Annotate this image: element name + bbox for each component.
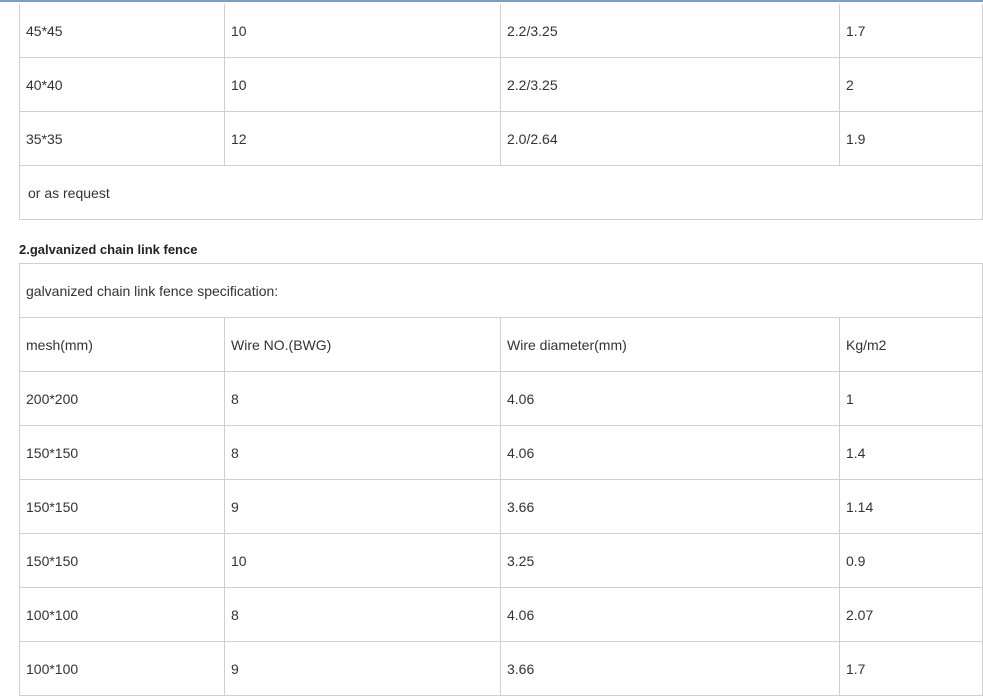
wire-diameter-cell: 4.06 bbox=[500, 425, 840, 480]
header-mesh: mesh(mm) bbox=[19, 317, 225, 372]
table-footer-note: or as request bbox=[19, 165, 983, 220]
table-row: 40*40 10 2.2/3.25 2 bbox=[19, 57, 983, 112]
wire-diameter-cell: 2.2/3.25 bbox=[500, 57, 840, 112]
weight-cell: 2 bbox=[839, 57, 983, 112]
table-row: 150*150 9 3.66 1.14 bbox=[19, 479, 983, 534]
weight-cell: 1.4 bbox=[838, 425, 983, 480]
header-weight: Kg/m2 bbox=[838, 317, 983, 372]
mesh-cell: 150*150 bbox=[19, 479, 225, 534]
wire-diameter-cell: 3.25 bbox=[500, 533, 840, 588]
wire-no-cell: 12 bbox=[224, 111, 501, 166]
mesh-cell: 100*100 bbox=[19, 641, 225, 696]
mesh-cell: 35*35 bbox=[19, 111, 225, 166]
wire-no-cell: 9 bbox=[224, 641, 501, 696]
weight-cell: 0.9 bbox=[838, 533, 983, 588]
mesh-cell: 150*150 bbox=[19, 425, 225, 480]
wire-diameter-cell: 4.06 bbox=[500, 587, 840, 642]
table-header-row: mesh(mm) Wire NO.(BWG) Wire diameter(mm)… bbox=[19, 317, 983, 372]
mesh-cell: 100*100 bbox=[19, 587, 225, 642]
mesh-cell: 40*40 bbox=[19, 57, 225, 112]
wire-no-cell: 10 bbox=[224, 4, 501, 58]
table-caption-row: galvanized chain link fence specificatio… bbox=[18, 263, 983, 318]
table-row: 200*200 8 4.06 1 bbox=[19, 371, 983, 426]
wire-no-cell: 10 bbox=[224, 533, 501, 588]
spec-table-2: galvanized chain link fence specificatio… bbox=[18, 263, 983, 696]
wire-diameter-cell: 3.66 bbox=[500, 479, 840, 534]
weight-cell: 1.7 bbox=[838, 641, 983, 696]
wire-diameter-cell: 4.06 bbox=[500, 371, 840, 426]
table-row: 100*100 9 3.66 1.7 bbox=[19, 641, 983, 696]
weight-cell: 1.7 bbox=[839, 4, 983, 58]
wire-no-cell: 8 bbox=[224, 425, 501, 480]
weight-cell: 2.07 bbox=[838, 587, 983, 642]
section-heading: 2.galvanized chain link fence bbox=[19, 242, 198, 257]
wire-diameter-cell: 2.2/3.25 bbox=[500, 4, 840, 58]
table-row: 150*150 8 4.06 1.4 bbox=[19, 425, 983, 480]
wire-no-cell: 9 bbox=[224, 479, 501, 534]
wire-no-cell: 8 bbox=[224, 587, 501, 642]
table-row: 45*45 10 2.2/3.25 1.7 bbox=[19, 4, 983, 58]
wire-diameter-cell: 3.66 bbox=[500, 641, 840, 696]
table-row: 100*100 8 4.06 2.07 bbox=[19, 587, 983, 642]
header-wire-no: Wire NO.(BWG) bbox=[224, 317, 501, 372]
wire-diameter-cell: 2.0/2.64 bbox=[500, 111, 840, 166]
mesh-cell: 150*150 bbox=[19, 533, 225, 588]
table-footer-row: or as request bbox=[19, 165, 983, 220]
spec-table-1: 45*45 10 2.2/3.25 1.7 40*40 10 2.2/3.25 … bbox=[19, 4, 983, 220]
mesh-cell: 200*200 bbox=[19, 371, 225, 426]
weight-cell: 1 bbox=[838, 371, 983, 426]
header-wire-diameter: Wire diameter(mm) bbox=[500, 317, 840, 372]
weight-cell: 1.14 bbox=[838, 479, 983, 534]
table-caption: galvanized chain link fence specificatio… bbox=[18, 263, 983, 318]
table-row: 35*35 12 2.0/2.64 1.9 bbox=[19, 111, 983, 166]
weight-cell: 1.9 bbox=[839, 111, 983, 166]
wire-no-cell: 8 bbox=[224, 371, 501, 426]
top-rule bbox=[0, 0, 983, 2]
mesh-cell: 45*45 bbox=[19, 4, 225, 58]
wire-no-cell: 10 bbox=[224, 57, 501, 112]
table-row: 150*150 10 3.25 0.9 bbox=[19, 533, 983, 588]
